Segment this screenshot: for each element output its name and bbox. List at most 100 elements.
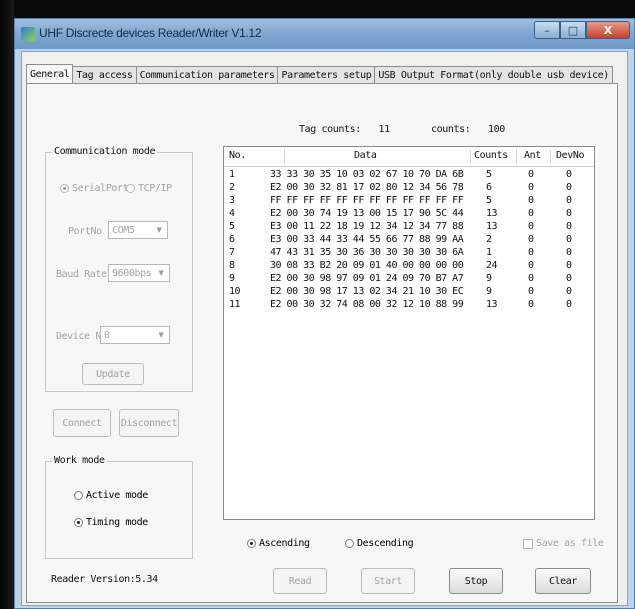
counts-value: 100 [487, 124, 505, 135]
maximize-button[interactable]: □ [560, 21, 586, 39]
title-bar[interactable]: UHF Discrecte devices Reader/Writer V1.1… [15, 19, 634, 49]
radio-dot-icon [247, 539, 256, 548]
checkbox-icon [523, 538, 533, 549]
portno-select[interactable]: COM5 ▼ [108, 221, 168, 239]
tab-usb-output-format[interactable]: USB Output Format(only double usb device… [374, 66, 613, 83]
tab-tag-access[interactable]: Tag access [72, 66, 137, 83]
stop-button[interactable]: Stop [449, 568, 503, 594]
device-no-select[interactable]: 0 ▼ [100, 326, 170, 344]
close-button[interactable]: X [586, 21, 630, 39]
cell-no: 11 [229, 299, 241, 310]
table-row[interactable]: 4 E2 00 30 74 19 13 00 15 17 90 5C 44 13 0 0 [224, 208, 594, 221]
clear-button[interactable]: Clear [535, 568, 591, 594]
cell-no: 8 [229, 260, 235, 271]
timing-mode-radio[interactable]: Timing mode [74, 517, 148, 528]
baud-rate-label: Baud Rate [56, 269, 107, 280]
save-as-file-label: Save as file [536, 538, 604, 549]
device-no-value: 0 [104, 329, 110, 341]
cell-ant: 0 [528, 286, 534, 297]
cell-no: 4 [229, 208, 235, 219]
column-header-no[interactable]: No. [229, 150, 246, 161]
cell-devno: 0 [566, 208, 572, 219]
counts-label: counts: [431, 124, 471, 135]
column-header-counts[interactable]: Counts [474, 150, 508, 161]
tab-general[interactable]: General [26, 64, 74, 83]
table-row[interactable]: 1 33 33 30 35 10 03 02 67 10 70 DA 6B 5 0 0 [224, 169, 594, 182]
table-row[interactable]: 9 E2 00 30 98 97 09 01 24 09 70 B7 A7 9 0 0 [224, 273, 594, 286]
cell-counts: 13 [486, 299, 498, 310]
ascending-label: Ascending [259, 538, 310, 549]
column-divider [516, 149, 517, 164]
app-icon [21, 27, 35, 41]
client-area: General Tag access Communication paramet… [21, 51, 628, 606]
reader-version: Reader Version:5.34 [51, 574, 158, 585]
cell-data: 47 43 31 35 30 36 30 30 30 30 30 6A [270, 247, 464, 258]
read-button[interactable]: Read [273, 568, 327, 594]
timing-mode-label: Timing mode [86, 517, 148, 528]
cell-counts: 5 [486, 195, 492, 206]
minimize-button[interactable]: – [534, 21, 560, 39]
chevron-down-icon: ▼ [158, 331, 164, 339]
cell-ant: 0 [528, 221, 534, 232]
cell-data: E2 00 30 98 97 09 01 24 09 70 B7 A7 [270, 273, 464, 284]
table-row[interactable]: 8 30 08 33 B2 20 09 01 40 00 00 00 00 24 0 0 [224, 260, 594, 273]
serialport-radio[interactable]: SerialPort [60, 183, 129, 194]
cell-devno: 0 [566, 169, 572, 180]
column-header-data[interactable]: Data [354, 150, 377, 161]
tab-communication-parameters[interactable]: Communication parameters [135, 66, 279, 83]
serialport-label: SerialPort [72, 183, 129, 194]
start-button[interactable]: Start [361, 568, 415, 594]
table-row[interactable]: 3 FF FF FF FF FF FF FF FF FF FF FF FF 5 0 0 [224, 195, 594, 208]
cell-no: 2 [229, 182, 235, 193]
communication-mode-label: Communication mode [52, 146, 158, 157]
update-button[interactable]: Update [82, 363, 144, 385]
cell-ant: 0 [528, 234, 534, 245]
disconnect-button[interactable]: Disconnect [119, 409, 179, 437]
cell-devno: 0 [566, 273, 572, 284]
table-row[interactable]: 11 E2 00 30 32 74 08 00 32 12 10 88 99 13 0… [224, 299, 594, 312]
table-row[interactable]: 2 E2 00 30 32 81 17 02 80 12 34 56 78 6 0 0 [224, 182, 594, 195]
table-row[interactable]: 10 E2 00 30 98 17 13 02 34 21 10 30 EC 9 0 0 [224, 286, 594, 299]
column-header-ant[interactable]: Ant [524, 150, 541, 161]
tab-parameters-setup[interactable]: Parameters setup [277, 66, 376, 83]
cell-devno: 0 [566, 195, 572, 206]
radio-dot-icon [345, 539, 354, 548]
table-row[interactable]: 6 E3 00 33 44 33 44 55 66 77 88 99 AA 2 0 0 [224, 234, 594, 247]
active-mode-radio[interactable]: Active mode [74, 490, 148, 501]
cell-no: 5 [229, 221, 235, 232]
tag-counts-value: 11 [378, 124, 390, 135]
cell-data: E2 00 30 98 17 13 02 34 21 10 30 EC [270, 286, 464, 297]
cell-data: E3 00 11 22 18 19 12 34 12 34 77 88 [270, 221, 464, 232]
cell-devno: 0 [566, 260, 572, 271]
connect-button[interactable]: Connect [53, 409, 111, 437]
tcpip-label: TCP/IP [138, 183, 172, 194]
ascending-radio[interactable]: Ascending [247, 538, 310, 549]
column-divider [470, 149, 471, 164]
descending-radio[interactable]: Descending [345, 538, 414, 549]
column-divider [550, 149, 551, 164]
tcpip-radio[interactable]: TCP/IP [126, 183, 172, 194]
general-panel: Communication mode SerialPort TCP/IP Por… [26, 83, 618, 603]
column-divider [284, 149, 285, 164]
tag-counts-label: Tag counts: [299, 124, 361, 135]
cell-ant: 0 [528, 195, 534, 206]
cell-counts: 5 [486, 169, 492, 180]
baud-rate-select[interactable]: 9600bps ▼ [108, 264, 170, 282]
table-header: No. Data Counts Ant DevNo [224, 147, 594, 167]
window-controls: – □ X [534, 21, 630, 41]
radio-dot-icon [60, 184, 69, 193]
cell-data: 33 33 30 35 10 03 02 67 10 70 DA 6B [270, 169, 464, 180]
cell-devno: 0 [566, 247, 572, 258]
cell-counts: 9 [486, 273, 492, 284]
portno-label: PortNo [68, 226, 102, 237]
cell-no: 7 [229, 247, 235, 258]
cell-ant: 0 [528, 169, 534, 180]
chevron-down-icon: ▼ [156, 226, 162, 234]
save-as-file-checkbox[interactable]: Save as file [523, 538, 604, 549]
table-row[interactable]: 5 E3 00 11 22 18 19 12 34 12 34 77 88 13 0 0 [224, 221, 594, 234]
table-row[interactable]: 7 47 43 31 35 30 36 30 30 30 30 30 6A 1 0 0 [224, 247, 594, 260]
cell-data: 30 08 33 B2 20 09 01 40 00 00 00 00 [270, 260, 464, 271]
column-header-devno[interactable]: DevNo [556, 150, 585, 161]
device-no-label: Device No [56, 331, 107, 342]
tag-table[interactable]: No. Data Counts Ant DevNo 1 33 33 30 35 1… [223, 146, 595, 520]
